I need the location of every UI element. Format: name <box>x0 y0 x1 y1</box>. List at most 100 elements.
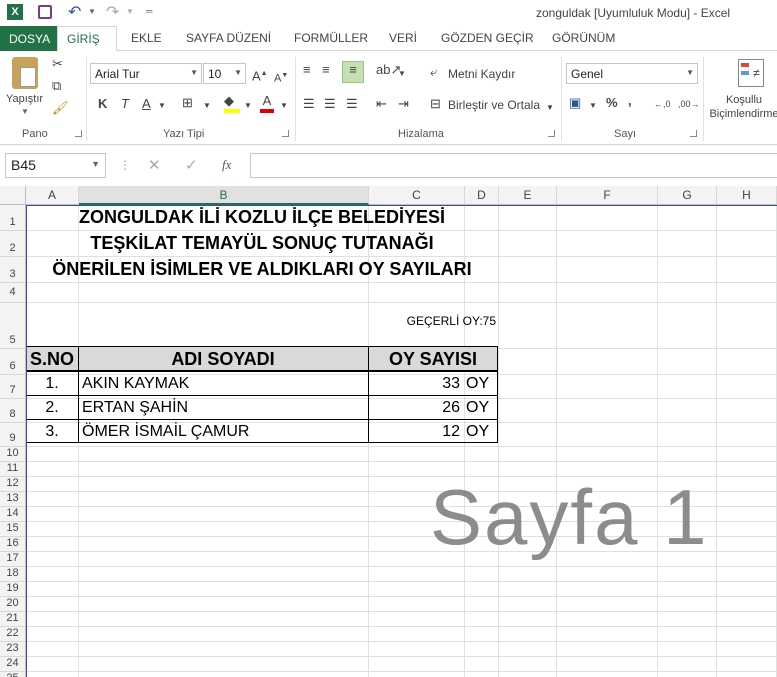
merge-center-button[interactable]: Birleştir ve Ortala <box>448 98 540 112</box>
redo-icon[interactable]: ↷ <box>106 2 119 22</box>
align-center-icon[interactable]: ☰ <box>324 95 336 113</box>
tab-formulas[interactable]: FORMÜLLER <box>294 31 368 45</box>
row-header-15[interactable]: 15 <box>0 522 26 537</box>
decrease-decimal-icon[interactable]: ,00→ <box>678 95 700 113</box>
insert-function-icon[interactable]: fx <box>222 157 231 173</box>
number-launcher-icon[interactable] <box>690 130 697 137</box>
conditional-formatting-icon[interactable]: ≠ <box>738 59 764 87</box>
save-icon[interactable] <box>38 5 52 19</box>
row-header-1[interactable]: 1 <box>0 205 26 231</box>
decrease-font-size-icon[interactable]: A▼ <box>274 67 288 88</box>
align-bottom-icon[interactable]: ≡ <box>342 61 364 83</box>
conditional-formatting-button[interactable]: Koşullu Biçimlendirme <box>708 93 777 121</box>
redo-dropdown-icon[interactable]: ▼ <box>126 7 134 16</box>
bold-button[interactable]: K <box>98 95 107 113</box>
number-format-select[interactable]: Genel ▼ <box>566 63 698 84</box>
row-header-9[interactable]: 9 <box>0 423 26 447</box>
row-header-18[interactable]: 18 <box>0 567 26 582</box>
row-header-4[interactable]: 4 <box>0 283 26 303</box>
accounting-dropdown-icon[interactable]: ▼ <box>589 97 597 115</box>
paste-dropdown-icon[interactable]: ▼ <box>21 107 29 116</box>
accounting-format-icon[interactable]: ▣ <box>569 94 581 112</box>
row-header-14[interactable]: 14 <box>0 507 26 522</box>
align-left-icon[interactable]: ☰ <box>303 95 315 113</box>
orientation-dropdown-icon[interactable]: ▼ <box>398 65 406 83</box>
undo-icon[interactable]: ↶ <box>68 2 81 22</box>
column-header-d[interactable]: D <box>465 186 499 205</box>
row-header-2[interactable]: 2 <box>0 231 26 257</box>
column-header-h[interactable]: H <box>717 186 777 205</box>
decrease-indent-icon[interactable]: ⇤ <box>376 95 387 113</box>
row-header-5[interactable]: 5 <box>0 303 26 349</box>
column-header-a[interactable]: A <box>26 186 79 205</box>
worksheet-grid[interactable]: ABCDEFGH 1 2 3 4 5 6 7 8 9 10 11 12 13 14 15 16 17 18 19 20… <box>0 186 777 677</box>
tab-data[interactable]: VERİ <box>389 31 417 45</box>
paste-button-label[interactable]: Yapıştır <box>6 93 43 105</box>
row-header-13[interactable]: 13 <box>0 492 26 507</box>
row-header-12[interactable]: 12 <box>0 477 26 492</box>
font-size-select[interactable]: 10 ▼ <box>203 63 246 84</box>
column-header-b[interactable]: B <box>79 186 369 205</box>
tab-insert[interactable]: EKLE <box>131 31 162 45</box>
font-name-select[interactable]: Arial Tur ▼ <box>90 63 202 84</box>
increase-indent-icon[interactable]: ⇥ <box>398 95 409 113</box>
align-right-icon[interactable]: ☰ <box>346 95 358 113</box>
paste-icon[interactable] <box>12 57 38 89</box>
alignment-launcher-icon[interactable] <box>548 130 555 137</box>
align-top-icon[interactable]: ≡ <box>303 61 311 79</box>
underline-dropdown-icon[interactable]: ▼ <box>158 97 166 115</box>
column-header-f[interactable]: F <box>557 186 658 205</box>
copy-icon[interactable]: ⧉ <box>52 77 61 95</box>
clipboard-launcher-icon[interactable] <box>75 130 82 137</box>
row-header-17[interactable]: 17 <box>0 552 26 567</box>
tab-view[interactable]: GÖRÜNÜM <box>552 31 615 45</box>
row-header-24[interactable]: 24 <box>0 657 26 672</box>
row-header-20[interactable]: 20 <box>0 597 26 612</box>
cancel-icon[interactable]: ✕ <box>148 156 161 174</box>
borders-icon[interactable]: ⊞ <box>182 94 193 112</box>
tab-file[interactable]: DOSYA <box>0 26 57 51</box>
enter-icon[interactable]: ✓ <box>185 156 198 174</box>
merge-center-icon[interactable]: ⊟ <box>430 95 441 113</box>
formula-input[interactable] <box>250 153 777 178</box>
increase-decimal-icon[interactable]: ←,0 <box>654 95 671 113</box>
cut-icon[interactable]: ✂ <box>52 55 63 73</box>
row-header-6[interactable]: 6 <box>0 349 26 375</box>
select-all-corner[interactable] <box>0 186 26 205</box>
row-header-8[interactable]: 8 <box>0 399 26 423</box>
row-header-21[interactable]: 21 <box>0 612 26 627</box>
tab-page-layout[interactable]: SAYFA DÜZENİ <box>186 31 271 45</box>
column-header-e[interactable]: E <box>499 186 557 205</box>
row-header-19[interactable]: 19 <box>0 582 26 597</box>
merge-dropdown-icon[interactable]: ▼ <box>546 99 554 117</box>
column-header-g[interactable]: G <box>658 186 717 205</box>
fill-color-icon[interactable]: ◆ <box>224 92 240 113</box>
borders-dropdown-icon[interactable]: ▼ <box>203 97 211 115</box>
wrap-text-icon[interactable]: ⤶ <box>430 63 437 81</box>
row-header-22[interactable]: 22 <box>0 627 26 642</box>
customize-toolbar-icon[interactable]: ═ <box>146 6 152 16</box>
row-header-11[interactable]: 11 <box>0 462 26 477</box>
name-box[interactable]: B45 ▼ <box>5 153 106 178</box>
fill-color-dropdown-icon[interactable]: ▼ <box>244 97 252 115</box>
more-options-icon[interactable]: ⋮ <box>119 158 131 172</box>
align-middle-icon[interactable]: ≡ <box>322 61 330 79</box>
row-header-25[interactable]: 25 <box>0 672 26 677</box>
font-launcher-icon[interactable] <box>282 130 289 137</box>
comma-style-icon[interactable]: , <box>628 92 632 110</box>
row-header-7[interactable]: 7 <box>0 375 26 399</box>
font-color-icon[interactable]: A <box>260 92 274 113</box>
percent-style-icon[interactable]: % <box>606 94 618 112</box>
italic-button[interactable]: T <box>121 95 129 113</box>
column-header-c[interactable]: C <box>369 186 465 205</box>
format-painter-icon[interactable]: 🖌 <box>52 99 69 117</box>
underline-button[interactable]: A <box>142 95 151 113</box>
row-header-3[interactable]: 3 <box>0 257 26 283</box>
row-header-23[interactable]: 23 <box>0 642 26 657</box>
tab-home[interactable]: GİRİŞ <box>57 26 117 52</box>
wrap-text-button[interactable]: Metni Kaydır <box>448 67 515 81</box>
font-color-dropdown-icon[interactable]: ▼ <box>280 97 288 115</box>
row-header-10[interactable]: 10 <box>0 447 26 462</box>
increase-font-size-icon[interactable]: A▲ <box>252 65 268 85</box>
undo-dropdown-icon[interactable]: ▼ <box>88 7 96 16</box>
